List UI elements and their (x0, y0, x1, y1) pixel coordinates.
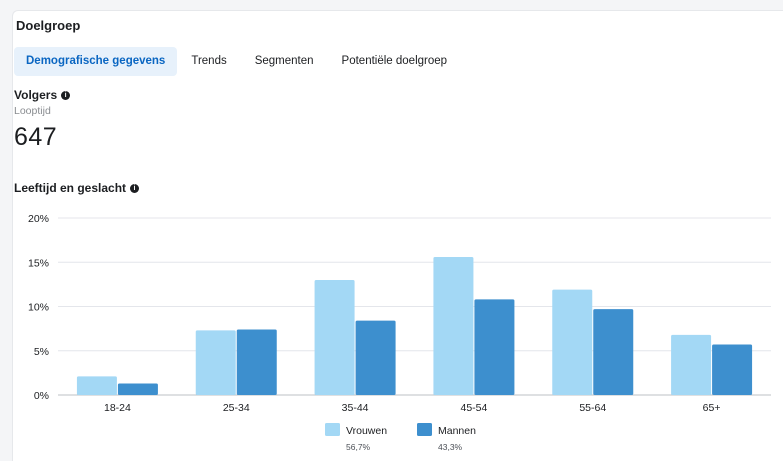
legend-swatch-men[interactable] (417, 423, 432, 436)
bar-women-18-24[interactable] (76, 376, 117, 395)
bar-women-55-64[interactable] (552, 289, 593, 395)
bar-women-35-44[interactable] (314, 279, 355, 395)
bar-men-35-44[interactable] (355, 320, 396, 395)
y-tick-label: 5% (34, 346, 49, 358)
y-tick-label: 15% (28, 257, 49, 269)
x-tick-label: 55-64 (579, 402, 606, 414)
bar-women-45-54[interactable] (433, 256, 474, 395)
legend-label-men: Mannen (438, 425, 476, 437)
x-tick-label: 45-54 (460, 402, 487, 414)
legend-share-men: 43,3% (438, 442, 463, 452)
bar-women-65+[interactable] (671, 334, 712, 395)
y-tick-label: 10% (28, 302, 49, 314)
y-tick-label: 20% (28, 213, 49, 225)
bar-men-45-54[interactable] (474, 299, 515, 395)
bar-men-65+[interactable] (712, 344, 753, 395)
x-tick-label: 35-44 (342, 402, 369, 414)
legend-swatch-women[interactable] (325, 423, 340, 436)
bar-women-25-34[interactable] (195, 330, 236, 395)
age-gender-chart: 0% 5% 10% 15% 20% 18-24 25-34 35-44 45-54 55-64 65… (28, 213, 771, 452)
legend-share-women: 56,7% (346, 442, 371, 452)
bar-men-55-64[interactable] (593, 309, 634, 395)
x-tick-label: 65+ (703, 402, 721, 414)
y-tick-label: 0% (34, 390, 49, 402)
legend-label-women: Vrouwen (346, 425, 387, 437)
x-tick-label: 25-34 (223, 402, 250, 414)
bar-men-25-34[interactable] (236, 329, 277, 395)
bar-men-18-24[interactable] (117, 383, 158, 395)
x-tick-label: 18-24 (104, 402, 131, 414)
